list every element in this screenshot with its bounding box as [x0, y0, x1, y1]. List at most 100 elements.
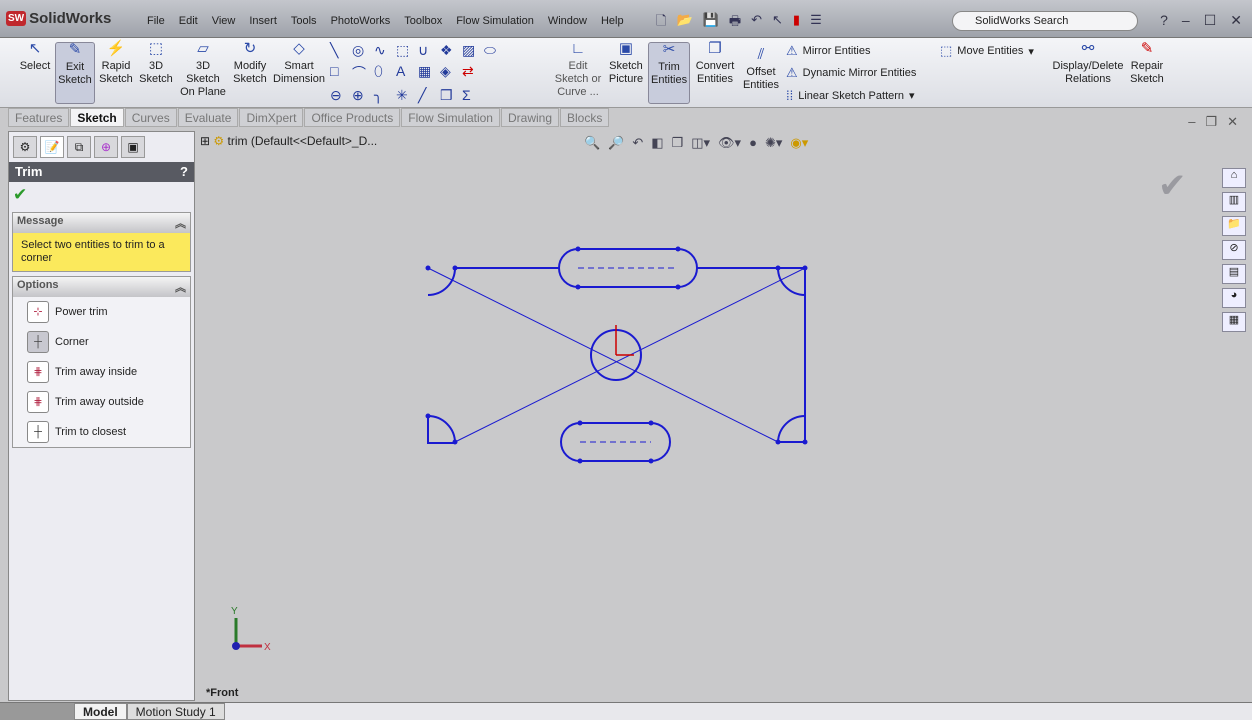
- centerline-icon[interactable]: ╱: [418, 87, 440, 104]
- minimize-icon[interactable]: –: [1182, 12, 1190, 29]
- option-trim-away-inside[interactable]: ⋕ Trim away inside: [13, 357, 190, 387]
- ok-check-icon[interactable]: ✔: [9, 182, 194, 212]
- scrollbar[interactable]: [0, 703, 74, 720]
- search-results-icon[interactable]: ⊘: [1222, 240, 1246, 260]
- maximize-icon[interactable]: ☐: [1204, 12, 1217, 29]
- graphics-area[interactable]: Y X: [196, 131, 1220, 702]
- tab-dimxpert[interactable]: DimXpert: [239, 108, 304, 127]
- mirror-entities-button[interactable]: ⚠ Mirror Entities: [786, 43, 871, 59]
- collapse-icon[interactable]: ︽: [175, 279, 186, 295]
- option-trim-away-outside[interactable]: ⋕ Trim away outside: [13, 387, 190, 417]
- solidworks-logo[interactable]: SW SolidWorks: [6, 10, 111, 27]
- property-manager-tab-icon[interactable]: 📝: [40, 136, 64, 158]
- repair-sketch-button[interactable]: ✎ Repair Sketch: [1128, 41, 1166, 86]
- linear-pattern-button[interactable]: ⁞⁞ Linear Sketch Pattern ▾: [786, 88, 915, 103]
- face-curve-icon[interactable]: ▨: [462, 42, 484, 59]
- move-entities-button[interactable]: ⬚ Move Entities ▾: [940, 43, 1034, 59]
- slot-icon[interactable]: ⊖: [330, 87, 352, 104]
- tab-features[interactable]: Features: [8, 108, 70, 127]
- smart-dimension-button[interactable]: ◇ Smart Dimension: [272, 41, 326, 86]
- options-icon[interactable]: ☰: [810, 12, 822, 34]
- rectangle-icon[interactable]: □: [330, 63, 352, 83]
- ellipse2-icon[interactable]: ⬯: [374, 63, 396, 83]
- doc-minimize-icon[interactable]: –: [1188, 114, 1195, 130]
- trim-entities-button[interactable]: ✂ Trim Entities: [648, 42, 690, 104]
- appearances-icon[interactable]: ◕: [1222, 288, 1246, 308]
- menu-insert[interactable]: Insert: [242, 15, 284, 27]
- print-icon[interactable]: 🖶: [729, 12, 741, 34]
- library-icon[interactable]: ▥: [1222, 192, 1246, 212]
- edit-sketch-button[interactable]: ∟ Edit Sketch or Curve ...: [553, 41, 603, 99]
- arc-icon[interactable]: ∪: [418, 42, 440, 59]
- tab-model[interactable]: Model: [74, 703, 127, 720]
- home-icon[interactable]: ⌂: [1222, 168, 1246, 188]
- dimxpert-tab-icon[interactable]: ⊕: [94, 136, 118, 158]
- convert-icon[interactable]: ❖: [440, 42, 462, 59]
- file-explorer-icon[interactable]: 📁: [1222, 216, 1246, 236]
- tab-drawing[interactable]: Drawing: [500, 108, 559, 127]
- menu-photoworks[interactable]: PhotoWorks: [324, 15, 398, 27]
- tab-flow-simulation[interactable]: Flow Simulation: [401, 108, 500, 127]
- menu-window[interactable]: Window: [541, 15, 594, 27]
- rapid-sketch-button[interactable]: ⚡ Rapid Sketch: [98, 41, 134, 86]
- save-icon[interactable]: 💾: [703, 12, 719, 34]
- close-icon[interactable]: ✕: [1230, 12, 1242, 29]
- tab-evaluate[interactable]: Evaluate: [177, 108, 239, 127]
- open-icon[interactable]: 📂: [676, 12, 692, 34]
- help-button[interactable]: ?: [180, 164, 188, 180]
- display-delete-relations-button[interactable]: ⚯ Display/Delete Relations: [1050, 41, 1126, 86]
- menu-flow-simulation[interactable]: Flow Simulation: [449, 15, 541, 27]
- convert-entities-button[interactable]: ❐ Convert Entities: [694, 41, 736, 86]
- menu-view[interactable]: View: [205, 15, 243, 27]
- select-button[interactable]: ↖ Select: [18, 41, 52, 73]
- view-palette-icon[interactable]: ▤: [1222, 264, 1246, 284]
- search-input[interactable]: SolidWorks Search: [952, 11, 1138, 31]
- rebuild-icon[interactable]: ▮: [793, 12, 800, 34]
- doc-restore-icon[interactable]: ❐: [1205, 114, 1217, 130]
- sketch-picture-button[interactable]: ▣ Sketch Picture: [606, 41, 646, 86]
- configuration-tab-icon[interactable]: ⧉: [67, 136, 91, 158]
- tab-sketch[interactable]: Sketch: [70, 108, 124, 127]
- circle-icon[interactable]: ◎: [352, 42, 374, 59]
- collapse-icon[interactable]: ︽: [175, 215, 186, 231]
- menu-file[interactable]: File: [140, 15, 172, 27]
- menu-help[interactable]: Help: [594, 15, 631, 27]
- feature-tree-tab-icon[interactable]: ⚙: [13, 136, 37, 158]
- option-corner[interactable]: ┼ Corner: [13, 327, 190, 357]
- tab-curves[interactable]: Curves: [124, 108, 177, 127]
- menu-tools[interactable]: Tools: [284, 15, 324, 27]
- undo-icon[interactable]: ↶: [751, 12, 762, 34]
- exit-sketch-button[interactable]: ✎ Exit Sketch: [55, 42, 95, 104]
- option-power-trim[interactable]: ⊹ Power trim: [13, 297, 190, 327]
- plane-icon[interactable]: ⬚: [396, 42, 418, 59]
- menu-edit[interactable]: Edit: [172, 15, 205, 27]
- modify-sketch-button[interactable]: ↻ Modify Sketch: [231, 41, 269, 86]
- 3d-sketch-on-plane-button[interactable]: ▱ 3D Sketch On Plane: [178, 41, 228, 99]
- equation-icon[interactable]: Σ: [462, 87, 484, 104]
- dynamic-mirror-button[interactable]: ⚠ Dynamic Mirror Entities: [786, 65, 916, 81]
- help-icon[interactable]: ?: [1160, 12, 1168, 29]
- select-icon[interactable]: ↖: [772, 12, 783, 34]
- text-icon[interactable]: A: [396, 63, 418, 83]
- tab-motion-study[interactable]: Motion Study 1: [126, 703, 225, 720]
- centerpoint-arc-icon[interactable]: ⌒: [352, 63, 374, 83]
- tab-office-products[interactable]: Office Products: [304, 108, 401, 127]
- ellipse-icon[interactable]: ⬭: [484, 42, 506, 59]
- tab-blocks[interactable]: Blocks: [560, 108, 610, 127]
- offset-entities-button[interactable]: ⫽ Offset Entities: [742, 47, 780, 92]
- grid-icon[interactable]: ▦: [418, 63, 440, 83]
- box-icon[interactable]: ❒: [440, 87, 462, 104]
- option-trim-to-closest[interactable]: ┼ Trim to closest: [13, 417, 190, 447]
- polygon-icon[interactable]: ⊕: [352, 87, 374, 104]
- point-icon[interactable]: ✳: [396, 87, 418, 104]
- display-tab-icon[interactable]: ▣: [121, 136, 145, 158]
- doc-close-icon[interactable]: ✕: [1227, 114, 1238, 130]
- new-icon[interactable]: 🗋: [656, 12, 666, 34]
- line-icon[interactable]: ╲: [330, 42, 352, 59]
- 3d-sketch-button[interactable]: ⬚ 3D Sketch: [138, 41, 174, 86]
- custom-properties-icon[interactable]: ▦: [1222, 312, 1246, 332]
- menu-toolbox[interactable]: Toolbox: [397, 15, 449, 27]
- mirror-icon[interactable]: ⇄: [462, 63, 484, 83]
- fillet-icon[interactable]: ╮: [374, 87, 396, 104]
- transform-icon[interactable]: ◈: [440, 63, 462, 83]
